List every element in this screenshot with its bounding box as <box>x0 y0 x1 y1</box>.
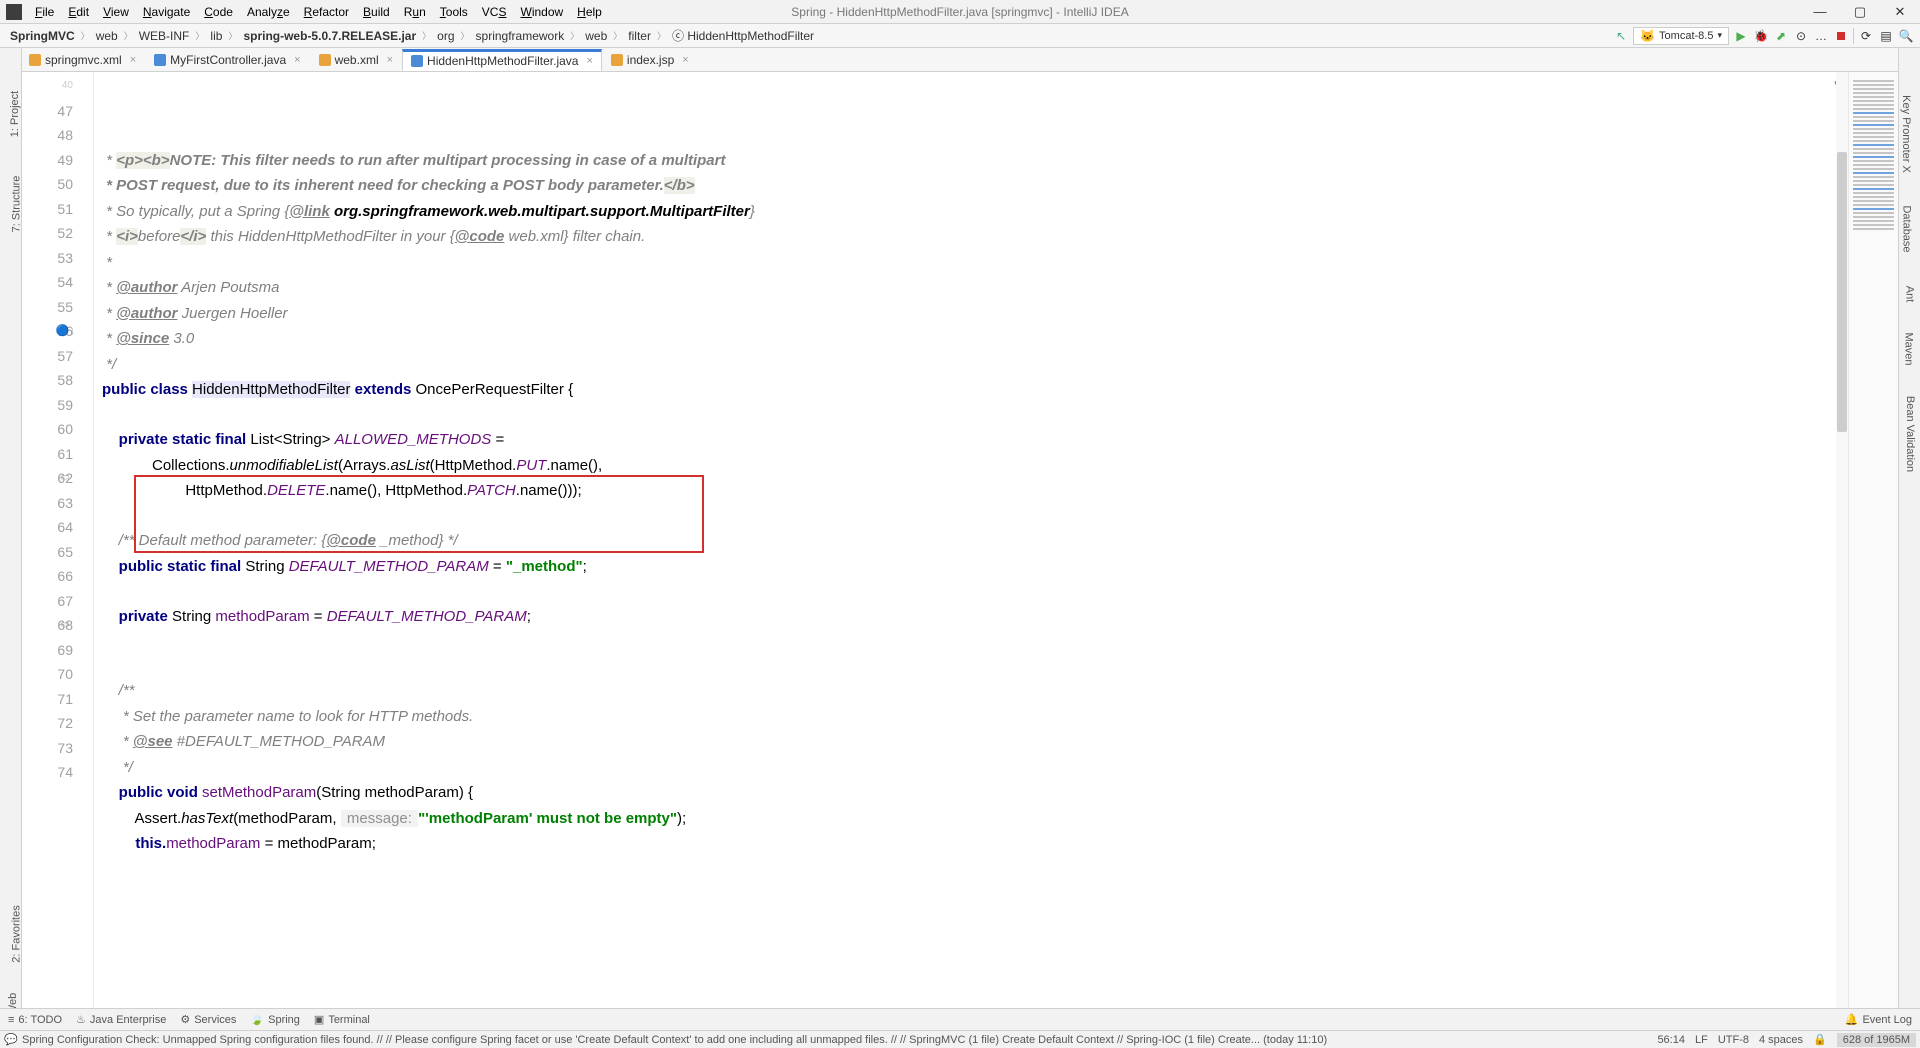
tab-springmvc-xml[interactable]: springmvc.xml× <box>20 49 145 71</box>
breadcrumb-bar: SpringMVC〉 web〉 WEB-INF〉 lib〉 spring-web… <box>0 24 1920 48</box>
tool-database[interactable]: Database <box>1900 205 1912 252</box>
close-icon[interactable]: × <box>130 54 136 66</box>
menu-file[interactable]: File <box>28 5 61 19</box>
crumb[interactable]: filter <box>624 29 655 43</box>
tool-project[interactable]: 1: Project <box>9 91 21 137</box>
menu-help[interactable]: Help <box>570 5 609 19</box>
menu-edit[interactable]: Edit <box>61 5 96 19</box>
encoding[interactable]: UTF-8 <box>1718 1034 1749 1046</box>
vertical-scrollbar[interactable] <box>1836 72 1848 1008</box>
tab-index-jsp[interactable]: index.jsp× <box>602 49 698 71</box>
line-gutter: 40 474849505152535455 56🔵↓ 5758596061 62… <box>22 72 94 1008</box>
close-icon[interactable]: × <box>294 54 300 66</box>
run-config-selector[interactable]: 🐱 Tomcat-8.5 ▾ <box>1633 27 1729 45</box>
tab-myfirstcontroller[interactable]: MyFirstController.java× <box>145 49 309 71</box>
profile-icon[interactable]: ⊙ <box>1793 28 1809 44</box>
tool-keypromoter[interactable]: Key Promoter X <box>1900 95 1912 173</box>
readonly-icon[interactable]: 🔒 <box>1813 1033 1827 1046</box>
app-icon <box>6 4 22 20</box>
tool-spring[interactable]: 🍃 Spring <box>250 1013 300 1026</box>
nav-hierarchy-icon[interactable]: 🔵↓ <box>56 319 75 344</box>
menu-build[interactable]: Build <box>356 5 397 19</box>
tool-terminal[interactable]: ▣ Terminal <box>314 1013 370 1026</box>
tool-todo[interactable]: ≡ 6: TODO <box>8 1014 62 1026</box>
tool-structure[interactable]: 7: Structure <box>10 176 22 233</box>
menu-tools[interactable]: Tools <box>433 5 475 19</box>
menu-navigate[interactable]: Navigate <box>136 5 197 19</box>
bottom-tool-bar: ≡ 6: TODO ♨ Java Enterprise ⚙ Services 🍃… <box>0 1008 1920 1030</box>
caret-position[interactable]: 56:14 <box>1657 1034 1685 1046</box>
crumb-class[interactable]: ⓒ HiddenHttpMethodFilter <box>668 27 818 44</box>
tab-hiddenhttpmethodfilter[interactable]: HiddenHttpMethodFilter.java× <box>402 49 602 71</box>
crumb-jar[interactable]: spring-web-5.0.7.RELEASE.jar <box>239 29 420 43</box>
crumb[interactable]: WEB-INF <box>135 29 194 43</box>
minimize-button[interactable]: — <box>1800 0 1840 24</box>
memory-indicator[interactable]: 628 of 1965M <box>1837 1033 1916 1047</box>
editor: 40 474849505152535455 56🔵↓ 5758596061 62… <box>22 72 1898 1008</box>
code-area[interactable]: * <p><b>NOTE: This filter needs to run a… <box>94 72 1848 1008</box>
close-button[interactable]: ✕ <box>1880 0 1920 24</box>
crumb[interactable]: org <box>433 29 458 43</box>
tool-maven[interactable]: Maven <box>1902 332 1914 365</box>
menu-window[interactable]: Window <box>513 5 570 19</box>
indent[interactable]: 4 spaces <box>1759 1034 1803 1046</box>
editor-tabs: springmvc.xml× MyFirstController.java× w… <box>0 48 1920 72</box>
menu-run[interactable]: Run <box>397 5 433 19</box>
crumb[interactable]: web <box>581 29 611 43</box>
right-tool-stripe: Key Promoter X Database Ant Maven Bean V… <box>1898 48 1920 1008</box>
menu-view[interactable]: View <box>96 5 136 19</box>
menu-analyze[interactable]: Analyze <box>240 5 297 19</box>
crumb[interactable]: web <box>92 29 122 43</box>
tool-favorites[interactable]: 2: Favorites <box>11 905 23 962</box>
minimap[interactable] <box>1848 72 1898 1008</box>
fold-icon[interactable]: ▭ <box>61 613 70 638</box>
menu-refactor[interactable]: Refactor <box>297 5 356 19</box>
close-icon[interactable]: × <box>387 54 393 66</box>
status-icon[interactable]: 💬 <box>4 1033 18 1047</box>
tool-beanvalidation[interactable]: Bean Validation <box>1904 396 1916 472</box>
debug-icon[interactable]: 🐞 <box>1753 28 1769 44</box>
crumb[interactable]: springframework <box>472 29 569 43</box>
line-sep[interactable]: LF <box>1695 1034 1708 1046</box>
maximize-button[interactable]: ▢ <box>1840 0 1880 24</box>
tool-ant[interactable]: Ant <box>1904 286 1916 303</box>
menu-vcs[interactable]: VCS <box>475 5 514 19</box>
run-icon[interactable]: ▶ <box>1733 28 1749 44</box>
update-icon[interactable]: ⟳ <box>1858 28 1874 44</box>
coverage-icon[interactable]: ⬈ <box>1773 28 1789 44</box>
left-tool-stripe: 1: Project 7: Structure 2: Favorites Web <box>0 48 22 1008</box>
status-message: Spring Configuration Check: Unmapped Spr… <box>22 1034 1657 1046</box>
tab-web-xml[interactable]: web.xml× <box>310 49 402 71</box>
fold-icon[interactable]: ▭ <box>61 466 70 491</box>
close-icon[interactable]: × <box>682 54 688 66</box>
tool-event-log[interactable]: 🔔 Event Log <box>1845 1013 1912 1026</box>
highlight-box <box>134 475 704 553</box>
menu-code[interactable]: Code <box>197 5 240 19</box>
tomcat-icon: 🐱 <box>1640 29 1655 43</box>
crumb[interactable]: lib <box>206 29 226 43</box>
structure-icon[interactable]: ▤ <box>1878 28 1894 44</box>
tool-services[interactable]: ⚙ Services <box>180 1013 236 1026</box>
window-title: Spring - HiddenHttpMethodFilter.java [sp… <box>791 5 1128 19</box>
attach-icon[interactable]: … <box>1813 28 1829 44</box>
search-icon[interactable]: 🔍 <box>1898 28 1914 44</box>
close-icon[interactable]: × <box>586 55 592 67</box>
stop-icon[interactable] <box>1833 28 1849 44</box>
tool-java-enterprise[interactable]: ♨ Java Enterprise <box>76 1013 166 1026</box>
crumb-project[interactable]: SpringMVC <box>6 29 79 43</box>
back-icon[interactable]: ↖ <box>1613 28 1629 44</box>
status-bar: 💬 Spring Configuration Check: Unmapped S… <box>0 1030 1920 1048</box>
menu-bar: File Edit View Navigate Code Analyze Ref… <box>0 0 1920 24</box>
